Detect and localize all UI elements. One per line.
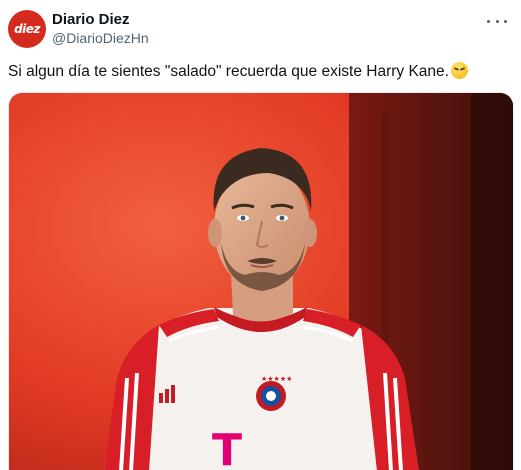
avatar[interactable]: diez [8,10,46,48]
display-name[interactable]: Diario Diez [52,11,130,28]
avatar-logo-text: diez [14,22,40,36]
tweet-text-content: Si algun día te sientes "salado" recuerd… [8,63,449,80]
svg-text:★★★★★: ★★★★★ [261,375,292,383]
tweet-photo[interactable]: ★★★★★ T [8,92,514,470]
player-photo-illustration: ★★★★★ T [9,93,513,470]
grimacing-sweat-emoji-icon [450,62,468,79]
jersey-sponsor-letter: T [212,425,242,470]
tweet-text: Si algun día te sientes "salado" recuerd… [8,62,468,81]
more-options-icon[interactable] [487,13,507,29]
tweet: diez Diario Diez @DiarioDiezHn Si algun … [0,0,521,470]
user-handle[interactable]: @DiarioDiezHn [52,30,149,46]
